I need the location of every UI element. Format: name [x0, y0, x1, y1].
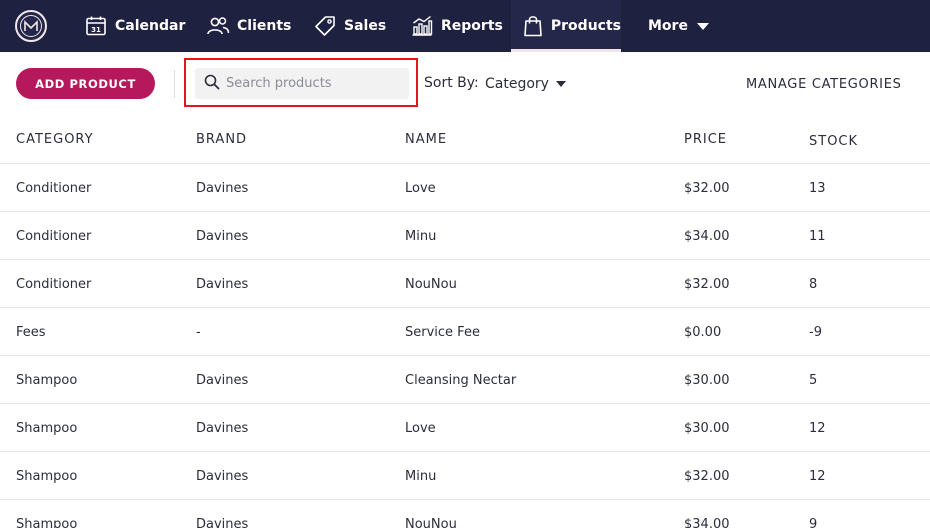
- nav-more[interactable]: More: [648, 0, 709, 52]
- table-row[interactable]: Shampoo Davines NouNou $34.00 9: [0, 500, 930, 528]
- cell-name: NouNou: [405, 277, 457, 292]
- calendar-icon: 31: [84, 14, 108, 38]
- cell-price: $34.00: [684, 517, 730, 528]
- cell-price: $34.00: [684, 229, 730, 244]
- nav-sales[interactable]: Sales: [313, 0, 386, 52]
- clients-icon: [206, 14, 230, 38]
- cell-category: Fees: [16, 325, 46, 340]
- cell-category: Shampoo: [16, 517, 78, 528]
- cell-brand: Davines: [196, 229, 249, 244]
- cell-name: Minu: [405, 229, 437, 244]
- search-input[interactable]: [226, 76, 406, 91]
- cell-price: $32.00: [684, 277, 730, 292]
- cell-stock: -9: [809, 325, 822, 340]
- cell-brand: Davines: [196, 421, 249, 436]
- table-row[interactable]: Conditioner Davines Minu $34.00 11: [0, 212, 930, 260]
- manage-categories-link[interactable]: MANAGE CATEGORIES: [746, 77, 902, 92]
- app-logo[interactable]: [15, 10, 47, 42]
- sort-by-value: Category: [485, 76, 549, 92]
- cell-name: Service Fee: [405, 325, 480, 340]
- column-header-stock[interactable]: STOCK: [809, 134, 858, 149]
- cell-price: $30.00: [684, 421, 730, 436]
- cell-category: Conditioner: [16, 181, 92, 196]
- column-header-brand[interactable]: BRAND: [196, 132, 247, 147]
- table-row[interactable]: Conditioner Davines Love $32.00 13: [0, 164, 930, 212]
- nav-calendar-label: Calendar: [115, 18, 186, 34]
- sort-by-dropdown[interactable]: Category: [485, 73, 566, 95]
- toolbar-divider: [174, 70, 175, 98]
- cell-category: Conditioner: [16, 229, 92, 244]
- search-box[interactable]: [195, 68, 409, 99]
- cell-stock: 8: [809, 277, 818, 292]
- search-icon: [204, 74, 220, 94]
- column-header-price[interactable]: PRICE: [684, 132, 727, 147]
- cell-brand: Davines: [196, 517, 249, 528]
- cell-brand: Davines: [196, 373, 249, 388]
- dropdown-caret-icon: [555, 81, 566, 87]
- cell-stock: 12: [809, 421, 826, 436]
- cell-name: NouNou: [405, 517, 457, 528]
- cell-brand: Davines: [196, 181, 249, 196]
- cell-category: Shampoo: [16, 469, 78, 484]
- cell-stock: 13: [809, 181, 826, 196]
- table-row[interactable]: Conditioner Davines NouNou $32.00 8: [0, 260, 930, 308]
- logo-mark-icon: [20, 15, 42, 37]
- cell-price: $30.00: [684, 373, 730, 388]
- nav-calendar[interactable]: 31 Calendar: [84, 0, 185, 52]
- nav-products-label: Products: [550, 18, 621, 34]
- nav-reports-label: Reports: [441, 18, 503, 34]
- cell-category: Shampoo: [16, 421, 78, 436]
- cell-price: $32.00: [684, 181, 730, 196]
- cell-stock: 9: [809, 517, 818, 528]
- tag-icon: [313, 14, 337, 38]
- nav-clients-label: Clients: [237, 18, 292, 34]
- column-header-category[interactable]: CATEGORY: [16, 132, 94, 147]
- cell-name: Minu: [405, 469, 437, 484]
- shopping-bag-icon: [523, 14, 544, 38]
- cell-brand: Davines: [196, 277, 249, 292]
- add-product-button[interactable]: ADD PRODUCT: [16, 68, 155, 99]
- table-row[interactable]: Shampoo Davines Cleansing Nectar $30.00 …: [0, 356, 930, 404]
- cell-brand: -: [196, 325, 201, 340]
- top-navigation: 31 Calendar Clients Sales Reports Produc…: [0, 0, 930, 52]
- chevron-down-icon: [696, 22, 709, 30]
- nav-clients[interactable]: Clients: [206, 0, 291, 52]
- cell-stock: 12: [809, 469, 826, 484]
- sort-by-label: Sort By:: [424, 75, 479, 91]
- cell-category: Shampoo: [16, 373, 78, 388]
- table-row[interactable]: Fees - Service Fee $0.00 -9: [0, 308, 930, 356]
- cell-stock: 5: [809, 373, 818, 388]
- nav-products[interactable]: Products: [511, 0, 621, 52]
- bar-chart-icon: [410, 14, 434, 38]
- nav-sales-label: Sales: [344, 18, 387, 34]
- cell-price: $32.00: [684, 469, 730, 484]
- cell-name: Love: [405, 421, 436, 436]
- column-header-name[interactable]: NAME: [405, 132, 447, 147]
- nav-more-label: More: [648, 18, 688, 34]
- nav-reports[interactable]: Reports: [410, 0, 503, 52]
- table-row[interactable]: Shampoo Davines Love $30.00 12: [0, 404, 930, 452]
- cell-category: Conditioner: [16, 277, 92, 292]
- cell-brand: Davines: [196, 469, 249, 484]
- table-header: CATEGORY BRAND NAME PRICE STOCK: [0, 116, 930, 164]
- cell-name: Cleansing Nectar: [405, 373, 517, 388]
- cell-name: Love: [405, 181, 436, 196]
- cell-stock: 11: [809, 229, 826, 244]
- table-row[interactable]: Shampoo Davines Minu $32.00 12: [0, 452, 930, 500]
- calendar-icon-day: 31: [91, 26, 101, 34]
- cell-price: $0.00: [684, 325, 722, 340]
